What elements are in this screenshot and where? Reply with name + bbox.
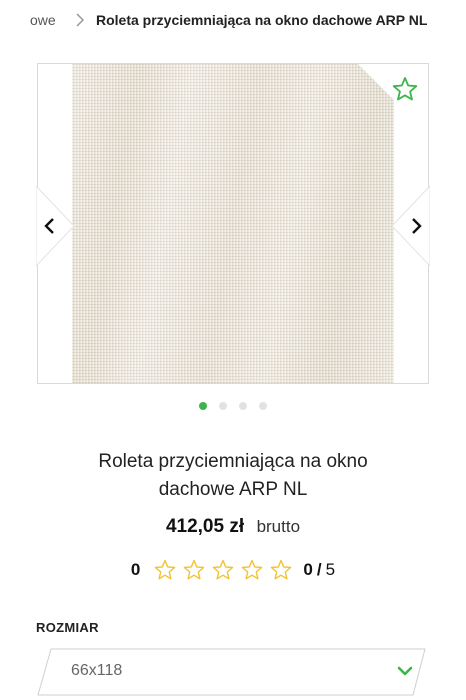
product-image-gallery[interactable] bbox=[36, 63, 430, 384]
gallery-pagination bbox=[0, 402, 466, 412]
breadcrumb-current: Roleta przyciemniająca na okno dachowe A… bbox=[96, 12, 428, 28]
pagination-dot-3[interactable] bbox=[239, 402, 247, 410]
rating-star-icon[interactable] bbox=[212, 559, 234, 581]
size-label: ROZMIAR bbox=[36, 620, 99, 635]
chevron-down-icon bbox=[397, 666, 413, 676]
rating-star-icon[interactable] bbox=[241, 559, 263, 581]
pagination-dot-1[interactable] bbox=[199, 402, 207, 410]
price-row: 412,05 zł brutto bbox=[0, 516, 466, 538]
chevron-right-icon bbox=[76, 13, 85, 27]
size-dropdown[interactable]: 66x118 bbox=[37, 648, 427, 696]
size-selected-value: 66x118 bbox=[71, 662, 123, 679]
rating-count: 0 bbox=[130, 560, 141, 579]
favorite-star-icon[interactable] bbox=[392, 76, 418, 102]
price-note: brutto bbox=[256, 517, 301, 536]
breadcrumb-previous-link[interactable]: owe bbox=[30, 12, 56, 28]
rating-star-icon[interactable] bbox=[183, 559, 205, 581]
rating-star-icon[interactable] bbox=[154, 559, 176, 581]
rating-separator: / bbox=[316, 560, 322, 579]
rating-score: 0 bbox=[303, 560, 313, 579]
pagination-dot-4[interactable] bbox=[259, 402, 267, 410]
rating-star-icon[interactable] bbox=[270, 559, 292, 581]
pagination-dot-2[interactable] bbox=[219, 402, 227, 410]
previous-image-button[interactable] bbox=[36, 186, 76, 266]
product-price: 412,05 zł bbox=[165, 516, 245, 537]
rating-max: 5 bbox=[325, 560, 336, 579]
product-image[interactable] bbox=[72, 64, 394, 383]
product-title: Roleta przyciemniająca na okno dachowe A… bbox=[98, 451, 368, 500]
rating-row: 0 0/5 bbox=[0, 559, 466, 585]
breadcrumb: owe Roleta przyciemniająca na okno dacho… bbox=[0, 0, 466, 40]
next-image-button[interactable] bbox=[390, 186, 430, 266]
